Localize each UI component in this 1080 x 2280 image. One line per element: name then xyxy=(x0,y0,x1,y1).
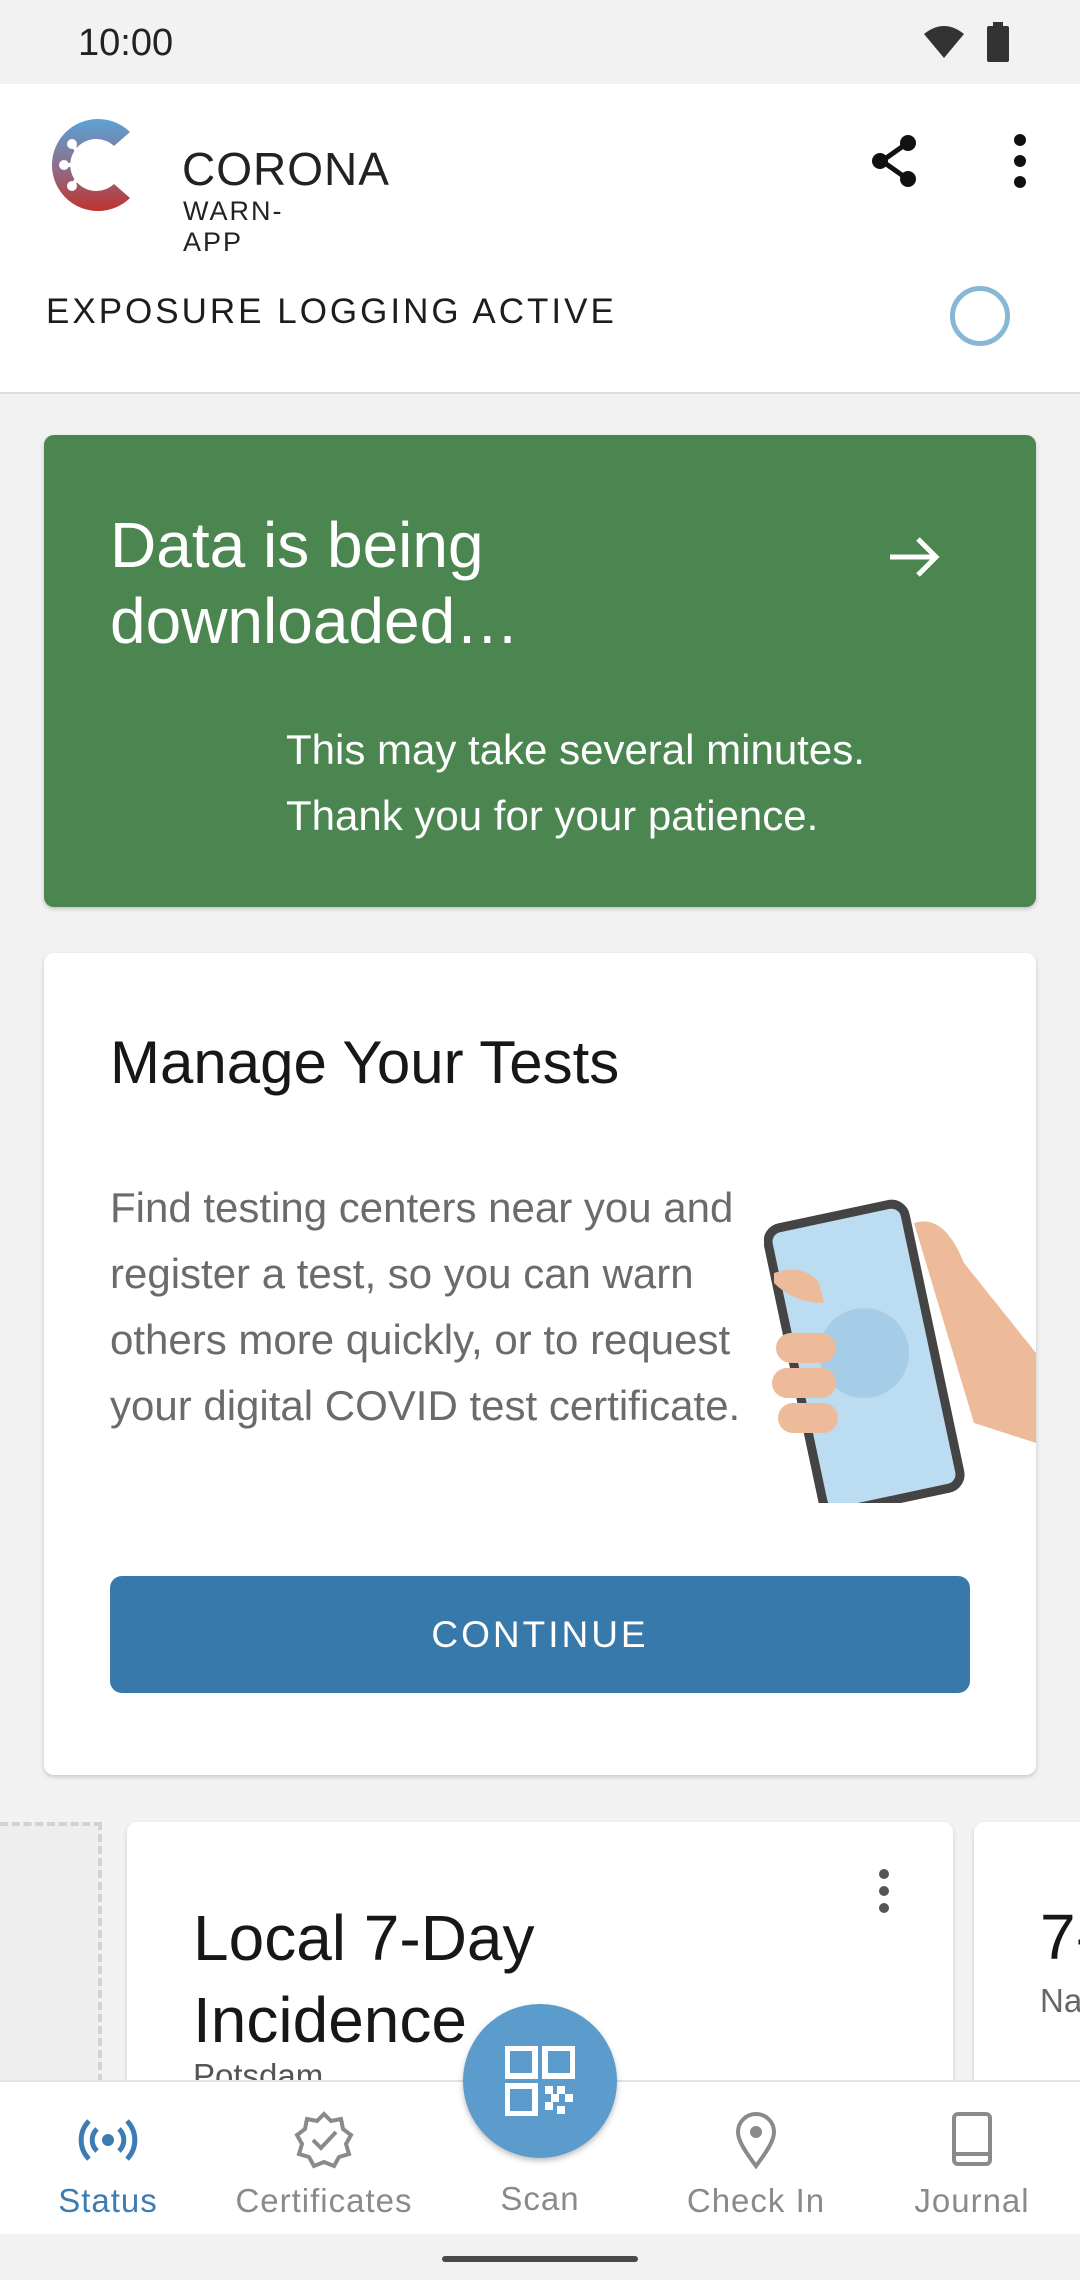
nav-label-certificates: Certificates xyxy=(235,2182,413,2219)
download-card-body: This may take several minutes. Thank you… xyxy=(286,726,865,839)
status-time: 10:00 xyxy=(78,22,174,64)
next-card-subtitle: Na xyxy=(1040,1982,1080,2019)
overflow-menu-button[interactable] xyxy=(994,132,1046,190)
location-pin-icon xyxy=(735,2112,777,2170)
book-icon xyxy=(952,2112,992,2166)
corona-logo-icon xyxy=(51,119,130,211)
app-logo: CORONA WARN-APP xyxy=(42,110,389,257)
more-vert-icon xyxy=(1014,134,1026,188)
broadcast-icon xyxy=(78,2119,138,2161)
gesture-navigation-area xyxy=(0,2234,1080,2280)
share-icon xyxy=(872,135,916,187)
nav-item-journal[interactable]: Journal xyxy=(864,2082,1080,2236)
app-header: CORONA WARN-APP EXPOSURE LOGGING ACTIVE xyxy=(0,84,1080,394)
logo-text-corona: CORONA xyxy=(182,143,390,195)
wifi-icon xyxy=(924,26,964,58)
nav-label-status: Status xyxy=(58,2182,158,2219)
nav-item-check-in[interactable]: Check In xyxy=(648,2082,864,2236)
continue-button[interactable]: CONTINUE xyxy=(110,1576,970,1693)
tests-card-body: Find testing centers near you and regist… xyxy=(110,1184,741,1429)
phone-in-hand-illustration xyxy=(764,1199,1036,1503)
logo-text-warn-app: WARN-APP xyxy=(183,196,284,257)
manage-tests-card: Manage Your Tests Find testing centers n… xyxy=(44,953,1036,1775)
nav-label-check-in: Check In xyxy=(686,2182,826,2219)
carousel-previous-placeholder[interactable] xyxy=(0,1822,102,2082)
card-more-vert-icon[interactable] xyxy=(869,1864,899,1924)
tests-card-title: Manage Your Tests xyxy=(110,1029,620,1096)
share-button[interactable] xyxy=(866,132,924,190)
nav-label-scan: Scan xyxy=(500,2180,580,2217)
arrow-right-icon xyxy=(890,537,940,577)
nav-item-certificates[interactable]: Certificates xyxy=(216,2082,432,2236)
download-card-title: Data is being downloaded… xyxy=(110,509,520,657)
certificate-badge-icon xyxy=(294,2111,354,2169)
qr-code-icon xyxy=(505,2046,575,2116)
status-bar: 10:00 xyxy=(0,0,1080,84)
next-card-title: 7- xyxy=(1040,1901,1080,1973)
exposure-status-label[interactable]: EXPOSURE LOGGING ACTIVE xyxy=(46,292,617,332)
status-icons xyxy=(922,22,1010,62)
download-status-card[interactable]: Data is being downloaded… This may take … xyxy=(44,435,1036,907)
battery-icon xyxy=(987,22,1009,62)
scan-button[interactable] xyxy=(463,2004,617,2158)
nav-label-journal: Journal xyxy=(914,2182,1030,2219)
home-gesture-pill[interactable] xyxy=(442,2256,638,2262)
nav-item-status[interactable]: Status xyxy=(0,2082,216,2236)
exposure-progress-indicator xyxy=(950,286,1010,346)
